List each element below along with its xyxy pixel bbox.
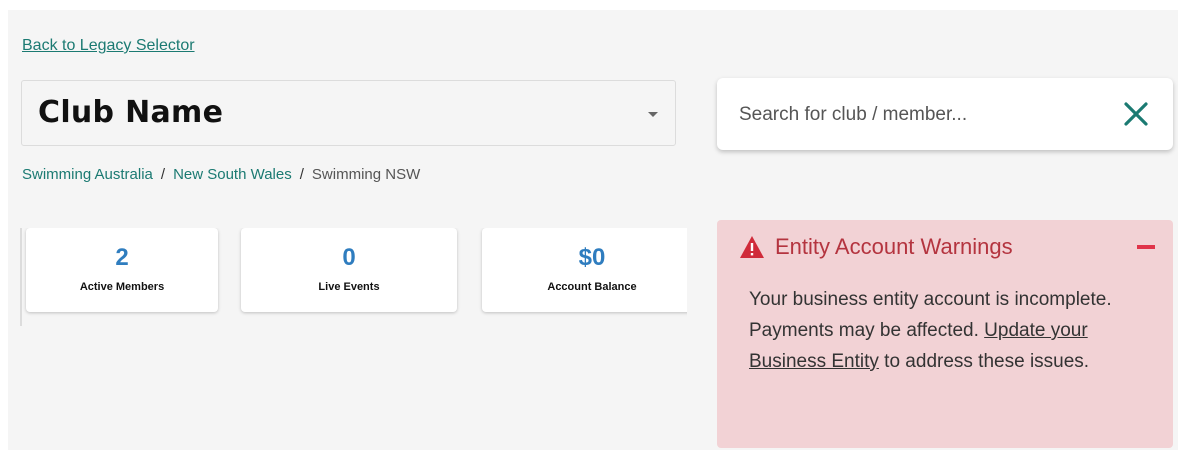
search-box (717, 78, 1173, 150)
stat-value: 0 (342, 244, 356, 271)
caret-down-icon (648, 112, 658, 117)
stat-value: 2 (115, 244, 129, 271)
stat-label: Account Balance (547, 281, 637, 293)
stat-value: $0 (578, 244, 606, 271)
club-name-value: Club Name (38, 95, 224, 130)
warning-text-after: to address these issues. (878, 351, 1090, 372)
stat-label: Live Events (318, 281, 380, 293)
breadcrumb-separator: / (160, 166, 166, 183)
club-select[interactable]: Club Name (21, 80, 676, 146)
breadcrumb-separator: / (299, 166, 304, 183)
stat-card-active-members[interactable]: 2 Active Members (26, 228, 218, 312)
entity-account-warning-panel: Entity Account Warnings Your business en… (717, 220, 1173, 448)
breadcrumb-item-swimming-nsw: Swimming NSW (311, 166, 421, 183)
warning-message: Your business entity account is incomple… (749, 284, 1149, 377)
breadcrumb-item-new-south-wales[interactable]: New South Wales (173, 166, 292, 183)
stats-strip-edge (20, 228, 22, 326)
collapse-minus-icon[interactable] (1137, 245, 1155, 249)
breadcrumb-item-swimming-australia[interactable]: Swimming Australia (22, 166, 153, 183)
breadcrumb: Swimming Australia / New South Wales / Swimm… (22, 166, 420, 183)
stats-strip: 2 Active Members 0 Live Events $0 Accoun… (20, 228, 687, 328)
stat-card-live-events[interactable]: 0 Live Events (241, 228, 457, 312)
warning-triangle-icon (739, 235, 765, 259)
back-to-legacy-selector-link[interactable]: Back to Legacy Selector (22, 37, 195, 55)
warning-title: Entity Account Warnings (775, 234, 1013, 259)
close-icon[interactable] (1121, 99, 1151, 129)
stat-card-account-balance[interactable]: $0 Account Balance (482, 228, 687, 312)
stat-label: Active Members (79, 281, 165, 293)
search-input[interactable] (737, 98, 1101, 132)
